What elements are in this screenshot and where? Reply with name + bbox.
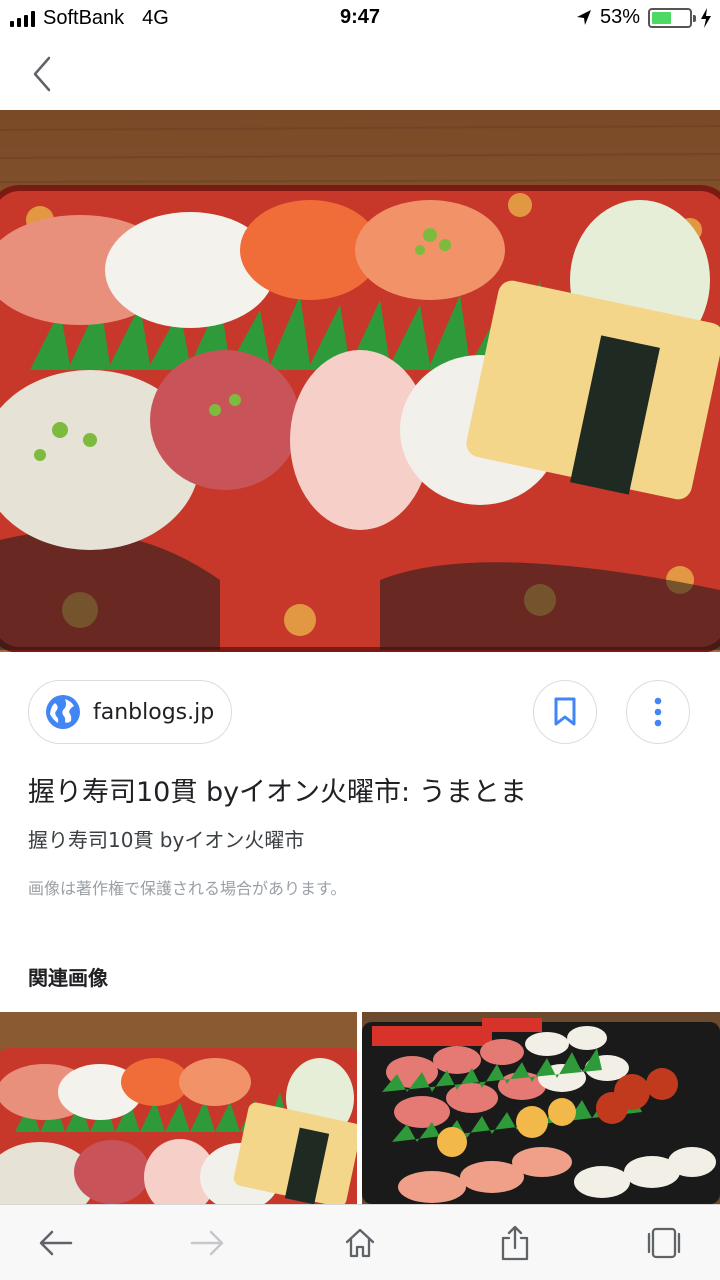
browser-back-button[interactable] xyxy=(34,1221,78,1265)
share-icon xyxy=(501,1225,529,1261)
battery-fill xyxy=(652,11,672,24)
sushi-tray-picture xyxy=(0,110,720,652)
bookmark-icon xyxy=(554,697,576,726)
bottom-toolbar xyxy=(0,1204,720,1280)
home-button[interactable] xyxy=(338,1221,382,1265)
share-button[interactable] xyxy=(493,1221,537,1265)
battery-percent: 53% xyxy=(599,6,640,28)
status-bar: SoftBank 4G 9:47 53% xyxy=(0,0,720,38)
related-images-heading: 関連画像 xyxy=(28,966,108,990)
tabs-icon xyxy=(647,1227,681,1259)
back-arrow-icon xyxy=(39,1230,73,1256)
top-nav xyxy=(0,38,720,110)
more-options-button[interactable] xyxy=(626,680,690,744)
bookmark-button[interactable] xyxy=(533,680,597,744)
home-icon xyxy=(345,1228,375,1258)
related-image-2[interactable] xyxy=(362,1012,720,1204)
back-button[interactable] xyxy=(22,52,62,96)
charging-icon xyxy=(701,7,711,28)
browser-forward-button[interactable] xyxy=(185,1221,229,1265)
more-vert-icon xyxy=(654,697,662,727)
related-image-2-picture xyxy=(362,1012,720,1204)
source-domain: fanblogs.jp xyxy=(93,699,215,725)
copyright-notice: 画像は著作権で保護される場合があります。 xyxy=(28,879,347,898)
related-image-1[interactable] xyxy=(0,1012,357,1204)
status-right: 53% xyxy=(576,6,712,29)
source-chip[interactable]: fanblogs.jp xyxy=(28,680,232,744)
location-icon xyxy=(576,9,591,25)
hero-image[interactable] xyxy=(0,110,720,652)
result-title[interactable]: 握り寿司10貫 byイオン火曜市: うまとま xyxy=(28,770,698,809)
related-image-1-picture xyxy=(0,1012,357,1204)
chevron-left-icon xyxy=(33,56,51,92)
tabs-button[interactable] xyxy=(642,1221,686,1265)
battery-icon xyxy=(648,7,696,28)
result-subtitle: 握り寿司10貫 byイオン火曜市 xyxy=(28,828,305,852)
forward-arrow-icon xyxy=(190,1230,224,1256)
globe-icon xyxy=(46,695,80,729)
